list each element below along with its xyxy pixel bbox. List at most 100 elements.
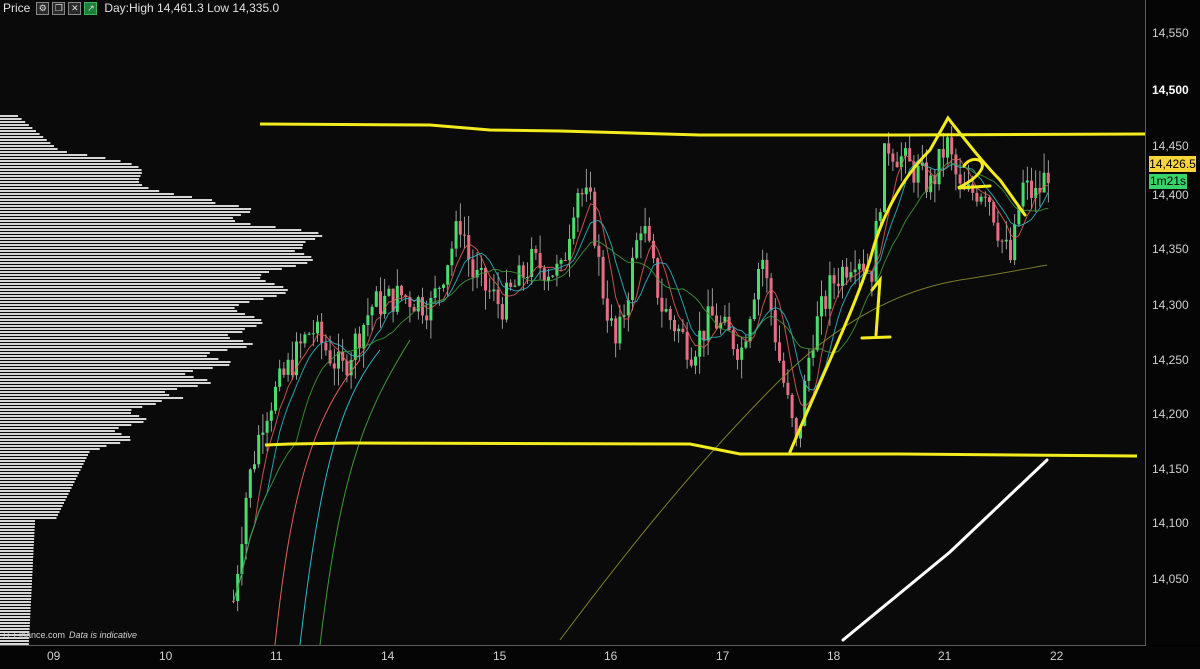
candle-body <box>635 240 639 258</box>
volume-profile-bar <box>0 568 33 570</box>
add-indicator-icon[interactable]: ↗ <box>84 1 98 15</box>
candle-body <box>698 330 702 357</box>
volume-profile-bar <box>0 619 31 621</box>
candle-body <box>446 265 450 285</box>
price-chart[interactable] <box>0 0 1145 645</box>
price-axis[interactable]: 14,550 14,500 14,450 14,400 14,350 14,30… <box>1146 0 1200 645</box>
volume-profile-bar <box>0 406 143 408</box>
close-icon[interactable]: ✕ <box>68 1 82 15</box>
volume-profile-bar <box>0 127 33 129</box>
volume-profile-bar <box>0 181 140 183</box>
candle-body <box>853 269 857 273</box>
candle-body <box>614 318 618 344</box>
candle-body <box>517 265 521 286</box>
volume-profile-bar <box>0 499 66 501</box>
candle-body <box>437 287 441 289</box>
candle-body <box>593 191 597 246</box>
candle-body <box>572 217 576 239</box>
volume-profile-bar <box>0 169 142 171</box>
volume-profile-bar <box>0 328 245 330</box>
candle-body <box>841 266 844 287</box>
settings-icon[interactable]: ⚙ <box>36 1 50 15</box>
volume-profile-bar <box>0 190 160 192</box>
volume-profile-bar <box>0 277 261 279</box>
candle-body <box>379 291 382 315</box>
candle-body <box>316 321 319 334</box>
candle-body <box>937 149 941 185</box>
candle-body <box>715 315 718 329</box>
volume-profile-bar <box>0 370 193 372</box>
candle-body <box>454 221 458 249</box>
candle-body <box>631 257 634 301</box>
time-tick: 22 <box>1050 649 1064 663</box>
volume-profile-bar <box>0 520 35 522</box>
candle-body <box>878 212 882 221</box>
time-axis[interactable]: 09 10 11 14 15 16 17 18 21 22 <box>0 646 1200 669</box>
volume-profile-bar <box>0 517 57 519</box>
time-tick: 21 <box>938 649 952 663</box>
candle-body <box>618 316 622 344</box>
candle-body <box>601 256 605 299</box>
time-tick: 14 <box>381 649 395 663</box>
source-name: IT-Finance.com <box>3 630 66 640</box>
candle-body <box>568 238 571 261</box>
volume-profile-bar <box>0 451 90 453</box>
volume-profile-bar <box>0 553 34 555</box>
volume-profile-bar <box>0 382 211 384</box>
volume-profile-bar <box>0 199 213 201</box>
restore-window-icon[interactable]: ❐ <box>52 1 66 15</box>
volume-profile-bar <box>0 616 31 618</box>
price-tick: 14,350 <box>1152 242 1189 256</box>
candle-body <box>1009 239 1012 261</box>
candle-body <box>442 284 445 288</box>
volume-profile-bar <box>0 217 233 219</box>
volume-profile-bar <box>0 121 26 123</box>
volume-profile-bar <box>0 625 30 627</box>
candle-body <box>370 306 374 316</box>
candle-body <box>1021 182 1025 207</box>
candle-body <box>509 282 513 287</box>
volume-profile-bar <box>0 313 245 315</box>
candle-body <box>332 363 336 369</box>
candle-body <box>807 357 811 381</box>
candle-body <box>433 288 437 298</box>
candle-body <box>862 263 865 271</box>
candle-body <box>324 342 328 351</box>
volume-profile-bar <box>0 622 30 624</box>
candle-body <box>584 187 588 195</box>
candle-body <box>303 334 307 344</box>
candle-body <box>320 321 324 343</box>
candle-body <box>1046 172 1050 184</box>
candle-body <box>479 267 483 270</box>
chart-title: Price <box>3 1 31 15</box>
candle-body <box>828 275 832 309</box>
candle-body <box>290 359 294 376</box>
candle-body <box>282 368 286 375</box>
volume-profile-bar <box>0 367 213 369</box>
volume-profile-bar <box>0 427 119 429</box>
volume-profile-bar <box>0 400 162 402</box>
wave-label-1 <box>860 275 892 340</box>
volume-profile-bar <box>0 574 33 576</box>
candle-body <box>274 386 277 411</box>
volume-profile-bar <box>0 412 131 414</box>
volume-profile-bar <box>0 196 192 198</box>
candle-body <box>286 359 290 375</box>
candle-body <box>950 137 954 155</box>
chart-area[interactable] <box>0 0 1146 646</box>
volume-profile-bar <box>0 430 115 432</box>
volume-profile-bar <box>0 211 251 213</box>
candle-body <box>677 328 681 332</box>
day-high-low-info: Day:High 14,461.3 Low 14,335.0 <box>104 1 280 15</box>
candle-body <box>471 259 475 278</box>
candle-body <box>387 288 391 296</box>
volume-profile-bar <box>0 298 264 300</box>
volume-profile-bar <box>0 130 36 132</box>
volume-profile-bar <box>0 265 296 267</box>
candle-body <box>366 315 370 325</box>
volume-profile-bar <box>0 460 85 462</box>
candle-body <box>425 315 429 321</box>
candle-body <box>673 320 676 332</box>
volume-profile-bar <box>0 388 178 390</box>
volume-profile-bar <box>0 559 33 561</box>
